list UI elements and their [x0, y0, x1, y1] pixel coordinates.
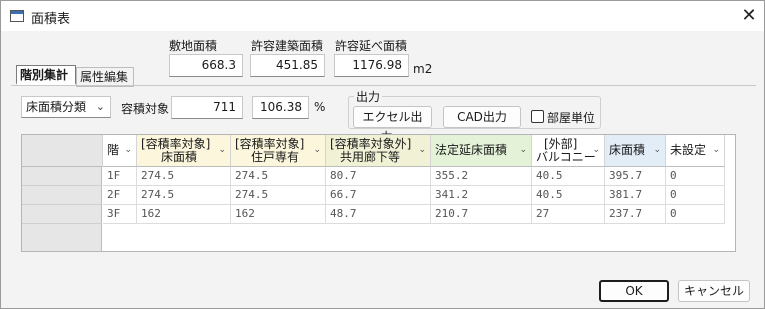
window-title: 面積表 — [31, 12, 71, 27]
chevron-down-icon: ⌄ — [95, 100, 105, 113]
close-icon[interactable]: ✕ — [736, 3, 762, 29]
table-cell[interactable]: 40.5 — [532, 167, 605, 186]
table-cell[interactable]: 80.7 — [326, 167, 431, 186]
column-header-floor[interactable]: 階 ⌄ — [103, 135, 137, 167]
area-table-dialog: 面積表 ✕ 敷地面積 668.3 許容建築面積 451.85 許容延べ面積 11… — [0, 0, 765, 309]
output-group-label: 出力 — [354, 88, 383, 105]
allowed-building-area-value: 451.85 — [250, 54, 325, 77]
table-cell[interactable]: 2F — [103, 186, 137, 205]
ok-button[interactable]: OK — [599, 280, 669, 302]
table-cell[interactable]: 210.7 — [431, 205, 532, 224]
cancel-button[interactable]: キャンセル — [678, 280, 750, 302]
table-cell[interactable]: 274.5 — [231, 167, 326, 186]
table-cell[interactable]: 341.2 — [431, 186, 532, 205]
table-cell[interactable]: 1F — [103, 167, 137, 186]
table-cell[interactable]: 3F — [103, 205, 137, 224]
sort-arrow-icon: ⌄ — [653, 145, 661, 155]
table-cell[interactable]: 0 — [666, 167, 725, 186]
volume-ratio-value: 106.38 — [252, 96, 309, 119]
sort-arrow-icon: ⌄ — [124, 145, 132, 155]
table-cell[interactable]: 274.5 — [231, 186, 326, 205]
table-cell[interactable]: 40.5 — [532, 186, 605, 205]
column-header-volume-floor-area[interactable]: [容積率対象] 床面積 ⌄ — [137, 135, 231, 167]
allowed-floor-area-label: 許容延べ面積 — [335, 39, 408, 53]
column-header-volume-dwelling[interactable]: [容積率対象] 住戸専有 ⌄ — [231, 135, 326, 167]
room-unit-label: 部屋単位 — [547, 111, 596, 125]
table-cell[interactable]: 274.5 — [137, 186, 231, 205]
table-cell[interactable]: 274.5 — [137, 167, 231, 186]
table-cell[interactable]: 48.7 — [326, 205, 431, 224]
allowed-building-area-label: 許容建築面積 — [251, 39, 324, 53]
table-cell[interactable]: 355.2 — [431, 167, 532, 186]
table-cell[interactable]: 0 — [666, 205, 725, 224]
room-unit-checkbox[interactable] — [531, 110, 544, 123]
row-header[interactable] — [22, 167, 102, 186]
table-cell[interactable]: 27 — [532, 205, 605, 224]
table-cell[interactable]: 0 — [666, 186, 725, 205]
column-header-non-volume-corridor[interactable]: [容積率対象外] 共用廊下等 ⌄ — [326, 135, 431, 167]
table-cell[interactable]: 395.7 — [605, 167, 666, 186]
sort-arrow-icon: ⌄ — [418, 145, 426, 155]
sort-arrow-icon: ⌄ — [712, 145, 720, 155]
row-header-empty — [22, 224, 102, 251]
site-area-label: 敷地面積 — [169, 39, 218, 53]
cad-export-button[interactable]: CAD出力 — [443, 106, 521, 128]
window-icon — [10, 10, 24, 22]
sort-arrow-icon: ⌄ — [313, 145, 321, 155]
sort-arrow-icon: ⌄ — [218, 145, 226, 155]
area-grid: 階 ⌄ [容積率対象] 床面積 ⌄ [容積率対象] 住戸専有 ⌄ [容積率対象外… — [21, 134, 736, 252]
title-bar: 面積表 ✕ — [1, 1, 764, 31]
area-unit: m2 — [413, 62, 433, 76]
tab-floor-summary[interactable]: 階別集計 — [16, 65, 76, 85]
floor-area-category-value: 床面積分類 — [26, 100, 87, 114]
site-area-value: 668.3 — [169, 54, 243, 77]
floor-area-category-select[interactable]: 床面積分類 ⌄ — [21, 96, 111, 118]
excel-export-button[interactable]: エクセル出力... — [353, 106, 432, 144]
sort-arrow-icon: ⌄ — [592, 145, 600, 155]
table-cell[interactable]: 162 — [137, 205, 231, 224]
column-header-legal-floor-area[interactable]: 法定延床面積 ⌄ — [431, 135, 532, 167]
row-header[interactable] — [22, 205, 102, 224]
grid-corner — [22, 135, 103, 167]
column-header-unset[interactable]: 未設定 ⌄ — [666, 135, 725, 167]
column-header-floor-area[interactable]: 床面積 ⌄ — [605, 135, 666, 167]
volume-target-label: 容積対象 — [121, 102, 170, 116]
volume-target-value: 711 — [171, 96, 243, 119]
table-cell[interactable]: 237.7 — [605, 205, 666, 224]
allowed-floor-area-value: 1176.98 — [334, 54, 409, 77]
tab-divider — [11, 85, 756, 86]
table-cell[interactable]: 381.7 — [605, 186, 666, 205]
table-cell[interactable]: 162 — [231, 205, 326, 224]
sort-arrow-icon: ⌄ — [519, 145, 527, 155]
table-cell[interactable]: 66.7 — [326, 186, 431, 205]
percent-unit: % — [314, 100, 326, 114]
row-header[interactable] — [22, 186, 102, 205]
column-header-balcony[interactable]: [外部] バルコニー ⌄ — [532, 135, 605, 167]
tab-attribute-edit[interactable]: 属性編集 — [76, 67, 134, 87]
